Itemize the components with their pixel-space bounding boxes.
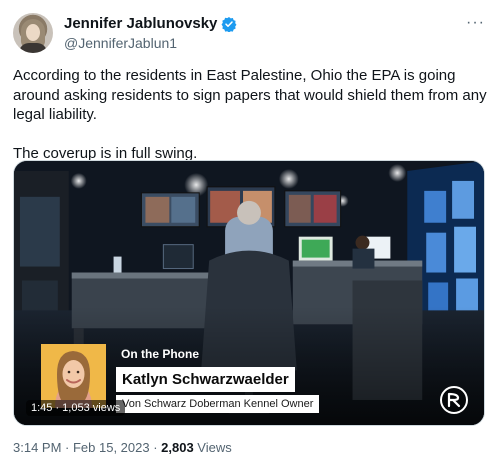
more-options-icon[interactable]: ··· <box>466 14 485 32</box>
caller-portrait <box>41 344 106 408</box>
author-display-name[interactable]: Jennifer Jablunovsky <box>64 15 217 32</box>
view-count: 2,803 <box>161 440 194 455</box>
avatar-face <box>26 24 40 41</box>
caller-headshot <box>41 344 106 408</box>
author-name-row: Jennifer Jablunovsky <box>64 15 237 32</box>
tweet-timestamp[interactable]: 3:14 PM · Feb 15, 2023 · <box>13 440 161 455</box>
on-the-phone-label: On the Phone <box>121 347 199 361</box>
duration-views-badge: 1:45 · 1,053 views <box>26 400 126 416</box>
lower-third: Katlyn Schwarzwaelder Von Schwarz Doberm… <box>116 367 320 413</box>
avatar[interactable] <box>13 13 53 53</box>
tweet-card: Jennifer Jablunovsky @JenniferJablun1 ··… <box>0 0 500 471</box>
avatar-body <box>19 43 47 53</box>
verified-badge-icon <box>221 16 237 32</box>
caller-name: Katlyn Schwarzwaelder <box>116 367 295 392</box>
author-handle[interactable]: @JenniferJablun1 <box>64 35 177 51</box>
tweet-text-paragraph-1: According to the residents in East Pales… <box>13 67 487 123</box>
tweet-text: According to the residents in East Pales… <box>13 66 491 164</box>
views-label: Views <box>193 440 232 455</box>
video-player[interactable]: On the Phone Katlyn Schwarzwaelder Von S… <box>13 160 485 426</box>
caller-title: Von Schwarz Doberman Kennel Owner <box>116 395 320 413</box>
tweet-meta: 3:14 PM · Feb 15, 2023 · 2,803 Views <box>13 440 232 455</box>
rumble-logo-icon[interactable] <box>439 385 469 415</box>
